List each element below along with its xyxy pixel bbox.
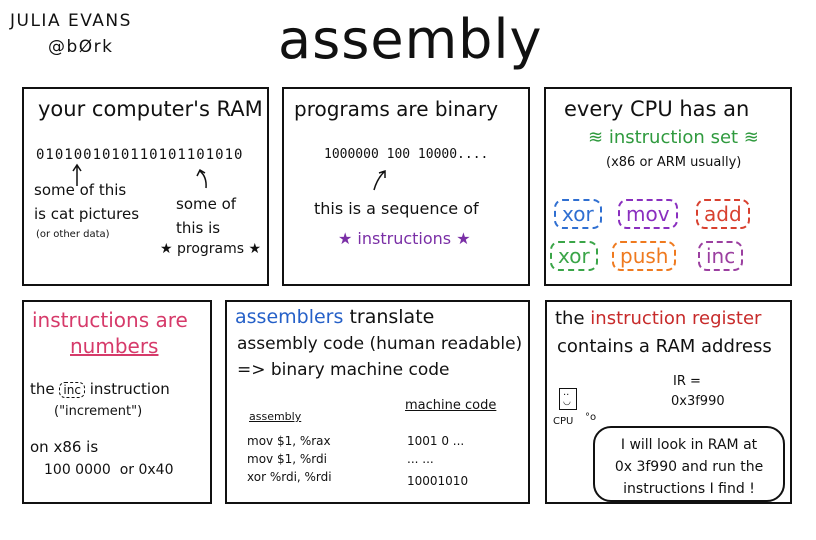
author-handle: @bØrk <box>48 37 114 57</box>
sequence-line: this is a sequence of <box>314 199 479 218</box>
x86-value: 100 0000 or 0x40 <box>44 462 174 478</box>
code-row-3: 10001010 <box>407 474 469 488</box>
cpu-label: CPU <box>553 416 574 427</box>
panel-numbers: instructions are numbers the inc instruc… <box>22 300 212 504</box>
register-the: the <box>555 308 585 329</box>
chip-xor-blue: xor <box>554 199 602 229</box>
note-cat-3: (or other data) <box>36 229 110 240</box>
chip-push: push <box>612 241 677 271</box>
program-bits: 1000000 100 10000.... <box>324 147 489 162</box>
chip-xor-green: xor <box>550 241 598 271</box>
ir-label: IR = <box>673 374 701 389</box>
assemblers-word: assemblers <box>235 306 344 328</box>
x86-line: on x86 is <box>30 438 99 456</box>
translate-word: translate <box>349 306 435 328</box>
register-heading: the instruction register <box>555 308 761 329</box>
panel-assemblers: assemblers translate assembly code (huma… <box>225 300 530 504</box>
arrow-up-icon <box>373 169 386 191</box>
increment-note: ("increment") <box>54 404 143 419</box>
chip-inc: inc <box>698 241 744 271</box>
panel-binary-heading: programs are binary <box>294 97 499 121</box>
speech-line-1: I will look in RAM at <box>620 437 758 453</box>
code-row-2: ... ... <box>407 452 434 466</box>
arrow-right-icon <box>196 168 207 189</box>
cpu-speech-bubble: I will look in RAM at 0x 3f990 and run t… <box>593 426 785 502</box>
panel-register: the instruction register contains a RAM … <box>545 300 792 504</box>
speech-line-2: 0x 3f990 and run the <box>614 459 764 475</box>
panel-ram: your computer's RAM 01010010101101011010… <box>22 87 269 286</box>
col-assembly-header: assembly <box>249 410 302 423</box>
inc-line: the inc instruction <box>30 380 170 398</box>
panel-ram-heading: your computer's RAM <box>38 97 263 121</box>
instructions-line: ★ instructions ★ <box>338 229 471 248</box>
sparkle-right-icon: ≋ <box>738 127 759 148</box>
inc-line-instruction: instruction <box>89 380 170 398</box>
author-credit: JULIA EVANS @bØrk <box>10 8 132 60</box>
asm-row-1: mov $1, %rax <box>247 434 331 448</box>
cpu-arch-note: (x86 or ARM usually) <box>606 155 742 170</box>
speech-line-3: instructions I find ! <box>623 481 755 497</box>
author-name: JULIA EVANS <box>10 11 132 31</box>
numbers-heading-1: instructions are <box>32 308 188 332</box>
inc-chip: inc <box>59 382 85 398</box>
asm-row: mov $1, %rax mov $1, %rdi xor %rdi, %rdi <box>247 432 332 486</box>
instruction-set-text: instruction set <box>608 127 739 148</box>
register-line2: contains a RAM address <box>557 336 772 357</box>
panel-cpu: every CPU has an ≋ instruction set ≋ (x8… <box>544 87 792 286</box>
assemblers-line2: => binary machine code <box>237 360 450 380</box>
ram-bits: 0101001010110101101010 <box>36 147 244 163</box>
page-title: assembly <box>278 8 543 71</box>
thought-dots-icon: °o <box>585 412 597 423</box>
note-prog-3: ★ programs ★ <box>160 241 262 257</box>
inc-line-the: the <box>30 380 55 398</box>
panel-binary: programs are binary 1000000 100 10000...… <box>282 87 530 286</box>
instruction-set-label: ≋ instruction set ≋ <box>588 127 759 148</box>
note-cat-2: is cat pictures <box>34 205 140 223</box>
sparkle-left-icon: ≋ <box>588 127 609 148</box>
asm-row-2: mov $1, %rdi <box>247 452 327 466</box>
ir-value: 0x3f990 <box>671 394 725 409</box>
chip-add: add <box>696 199 750 229</box>
code-row: 1001 0 ... ... ... 10001010 <box>407 432 468 490</box>
register-highlight: instruction register <box>590 308 762 329</box>
numbers-heading-2: numbers <box>70 334 159 358</box>
cpu-face-icon: ·· ◡ <box>559 388 577 410</box>
assemblers-heading: assemblers translate <box>235 306 434 328</box>
asm-row-3: xor %rdi, %rdi <box>247 470 332 484</box>
note-prog-2: this is <box>176 219 221 237</box>
note-prog-1: some of <box>176 195 237 213</box>
col-machine-header: machine code <box>405 398 497 413</box>
panel-cpu-heading: every CPU has an <box>564 97 750 121</box>
assemblers-line1: assembly code (human readable) <box>237 334 523 354</box>
code-row-1: 1001 0 ... <box>407 434 465 448</box>
note-cat-1: some of this <box>34 181 127 199</box>
chip-mov: mov <box>618 199 678 229</box>
